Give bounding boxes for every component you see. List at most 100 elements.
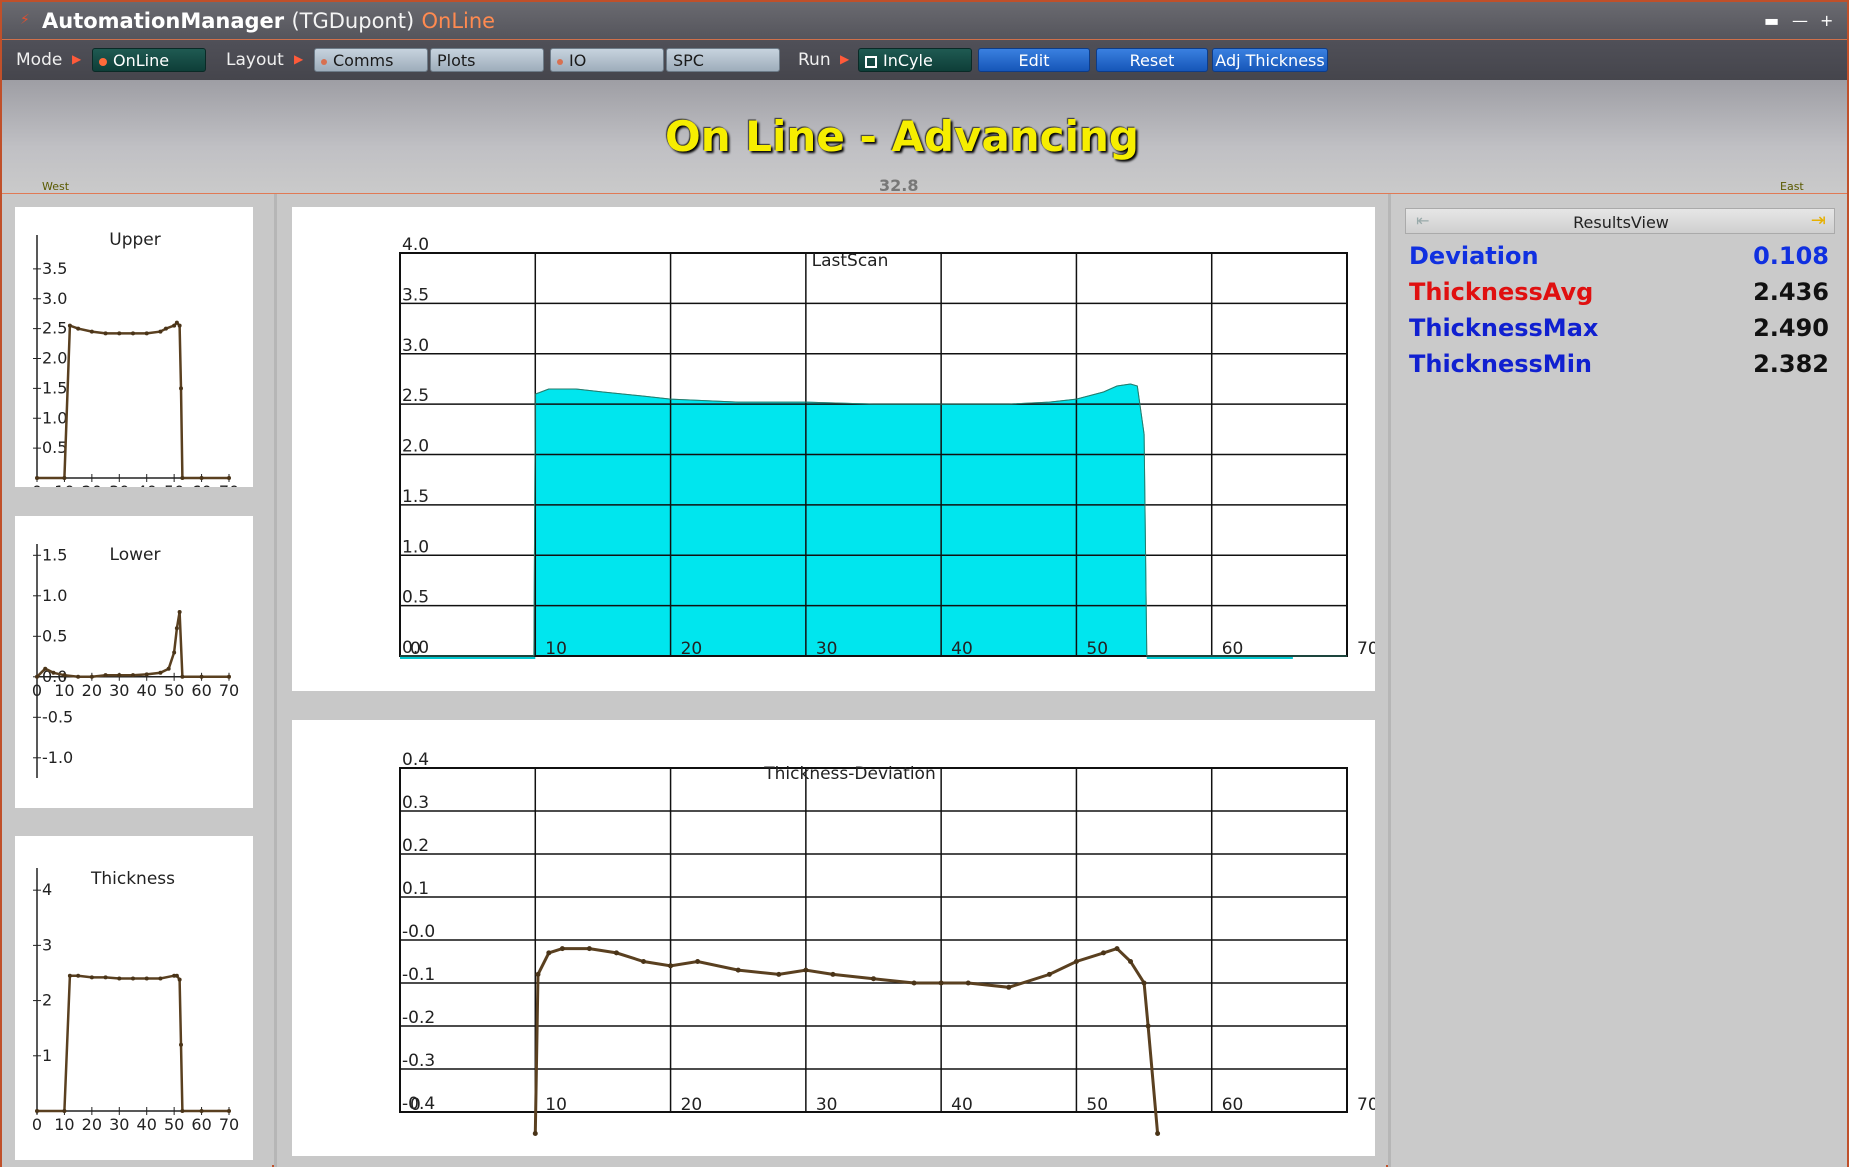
data-point [62, 476, 67, 480]
layout-spc-button[interactable]: SPC [666, 48, 780, 72]
x-tick-label: 40 [137, 681, 157, 700]
result-value: 2.490 [1753, 314, 1829, 342]
y-tick-label: 3 [42, 935, 52, 954]
result-name: ThicknessAvg [1409, 278, 1594, 306]
data-point [871, 976, 876, 982]
result-row: Deviation 0.108 [1409, 242, 1829, 274]
cycle-icon [865, 55, 877, 68]
data-point [1046, 971, 1052, 977]
west-label: West [42, 180, 70, 193]
data-point [103, 975, 108, 980]
data-point [180, 674, 185, 679]
y-tick-label: 0.3 [402, 793, 429, 813]
data-point [1145, 1023, 1151, 1029]
x-tick-label: 10 [54, 1115, 74, 1134]
data-point [177, 323, 182, 328]
x-tick-label: 50 [164, 1115, 184, 1134]
data-point [163, 326, 168, 331]
mode-online-label: OnLine [113, 51, 170, 70]
connection-status: OnLine [421, 9, 496, 33]
reset-button[interactable]: Reset [1096, 48, 1208, 72]
x-tick-label: 20 [82, 681, 102, 700]
data-point [641, 959, 647, 964]
app-name: AutomationManager [42, 9, 285, 33]
chart-title: Thickness-Deviation [763, 764, 935, 784]
next-arrow-icon[interactable]: ⇥ [1811, 210, 1826, 231]
result-name: Deviation [1409, 242, 1539, 270]
x-tick-label: 70 [219, 482, 239, 487]
incycle-label: InCyle [883, 51, 933, 70]
x-tick-label: 50 [164, 681, 184, 700]
data-point [174, 973, 179, 978]
window-title: AutomationManager (TGDupont) OnLine [42, 9, 495, 33]
data-point [199, 1109, 204, 1113]
y-tick-label: 2.5 [402, 386, 429, 406]
x-tick-label: 60 [191, 1115, 211, 1134]
data-point [177, 610, 182, 614]
mode-online-button[interactable]: OnLine [92, 48, 206, 72]
edit-button[interactable]: Edit [978, 48, 1090, 72]
series-line [37, 320, 229, 480]
data-point [174, 626, 179, 631]
results-view-panel: ⇤ ResultsView ⇥ Deviation 0.108 ThicknessA… [1388, 194, 1847, 1167]
layout-plots-button[interactable]: Plots [430, 48, 544, 72]
io-label: IO [569, 51, 587, 70]
y-tick-label: 2.0 [402, 437, 429, 457]
restore-icon[interactable]: ▬ [1764, 11, 1779, 30]
y-tick-label: 3.5 [42, 259, 67, 278]
x-tick-label: 60 [191, 482, 211, 487]
data-point [1006, 984, 1012, 990]
data-point [103, 331, 108, 336]
plots-label: Plots [437, 51, 476, 70]
result-value: 2.382 [1753, 350, 1829, 378]
data-point [911, 980, 917, 986]
app-icon: ⚡ [20, 12, 30, 28]
x-tick-label: 40 [137, 482, 157, 487]
y-tick-label: 1.5 [42, 545, 67, 564]
y-tick-label: 1.0 [402, 537, 429, 557]
layout-io-button[interactable]: IO [550, 48, 664, 72]
data-point [1141, 980, 1147, 986]
result-row: ThicknessMin 2.382 [1409, 350, 1829, 382]
results-view-header: ⇤ ResultsView ⇥ [1405, 208, 1835, 234]
data-point [177, 977, 182, 982]
data-point [131, 673, 135, 678]
maximize-icon[interactable]: + [1820, 11, 1833, 30]
y-tick-label: 1.5 [402, 487, 429, 507]
deviation-line [533, 946, 1160, 1134]
result-name: ThicknessMax [1409, 314, 1599, 342]
y-tick-label: -0.2 [402, 1008, 435, 1028]
adj-thickness-button[interactable]: Adj Thickness [1212, 48, 1328, 72]
y-tick-label: 2.0 [42, 349, 67, 368]
data-point [535, 971, 541, 977]
minimize-icon[interactable]: — [1792, 11, 1808, 30]
data-point [180, 476, 185, 480]
x-tick-label: 20 [82, 1115, 102, 1134]
run-incycle-button[interactable]: InCyle [858, 48, 972, 72]
comms-dot-icon [321, 58, 327, 65]
series-line [37, 974, 229, 1113]
title-bar: ⚡ AutomationManager (TGDupont) OnLine ▬ … [2, 2, 1847, 40]
y-tick-label: 3.5 [402, 285, 429, 305]
data-point [89, 329, 94, 334]
chart-title: Thickness [90, 869, 175, 889]
y-tick-label: -1.0 [42, 748, 73, 767]
x-tick-label: 70 [219, 681, 239, 700]
lastscan-chart-panel: 0 10 20 30 40 50 60 70 4.0 3.5 3.0 2.5 2.0 1.5 1.0 0.5 0… [292, 207, 1379, 691]
chart-title: LastScan [812, 251, 889, 271]
x-tick-label: 30 [109, 482, 129, 487]
deviation-chart: 0 10 20 30 40 50 60 700.40.30.20.1-0.0-0.1-0.2-… [399, 750, 1379, 1136]
data-point [67, 323, 72, 328]
y-tick-label: 1.0 [42, 408, 67, 427]
layout-comms-button[interactable]: Comms [314, 48, 428, 72]
data-point [144, 672, 149, 677]
layout-arrow-icon: ▶ [294, 52, 304, 66]
data-point [803, 967, 809, 973]
x-tick-label: 50 [164, 482, 184, 487]
data-point [172, 323, 177, 328]
data-point [174, 320, 179, 325]
data-point [227, 674, 231, 679]
data-point [76, 973, 81, 978]
y-tick-label: 1 [42, 1046, 52, 1065]
toolbar: Mode ▶ OnLine Layout ▶ Comms Plots IO SP… [2, 40, 1847, 80]
